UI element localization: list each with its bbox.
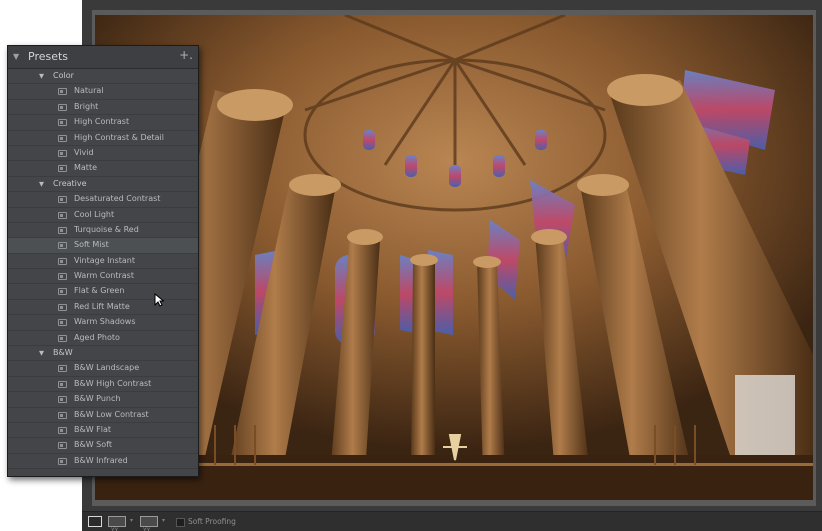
preset-label: Vintage Instant [74, 255, 136, 265]
preset-item[interactable]: Cool Light [8, 208, 198, 223]
preset-icon [58, 319, 67, 327]
preset-icon [58, 411, 67, 419]
preset-item[interactable]: Red Lift Matte [8, 300, 198, 316]
triangle-down-icon[interactable]: ▼ [39, 349, 44, 357]
triangle-down-icon[interactable]: ▼ [13, 52, 19, 61]
preset-icon [58, 396, 67, 404]
cathedral-photo[interactable] [95, 15, 813, 500]
preset-icon [58, 165, 67, 173]
preset-label: B&W Infrared [74, 455, 128, 465]
preset-item[interactable]: Bright [8, 100, 198, 116]
preset-label: B&W High Contrast [74, 378, 152, 388]
preset-label: Aged Photo [74, 332, 120, 342]
preset-label: High Contrast [74, 117, 130, 127]
preset-icon [58, 119, 67, 127]
develop-toolbar: YY ▾ YY ▾ Soft Proofing [82, 511, 822, 531]
preset-folder-bw[interactable]: ▼ B&W [8, 346, 198, 362]
preset-label: Warm Contrast [74, 271, 134, 281]
presets-panel: ▼ Presets +. ▼ Color Natural Bright High… [7, 45, 199, 477]
preset-item[interactable]: B&W Punch [8, 392, 198, 408]
survey-view-button[interactable]: YY [140, 516, 158, 531]
preset-icon [58, 442, 67, 450]
preset-item[interactable]: Natural [8, 84, 198, 100]
preset-item[interactable]: Vivid [8, 146, 198, 162]
preset-folder-creative[interactable]: ▼ Creative [8, 177, 198, 193]
preset-item[interactable]: Matte [8, 161, 198, 177]
preset-label: Bright [74, 101, 99, 111]
preset-icon [58, 303, 67, 311]
preset-item[interactable]: Flat & Green [8, 284, 198, 300]
preset-label: High Contrast & Detail [74, 132, 165, 142]
preset-icon [58, 211, 67, 219]
preset-label: Cool Light [74, 209, 115, 219]
app-root: YY ▾ YY ▾ Soft Proofing ▼ Presets +. ▼ C… [0, 0, 822, 531]
preset-icon [58, 149, 67, 157]
soft-proofing-label: Soft Proofing [188, 517, 236, 526]
before-after-view-button[interactable]: YY [108, 516, 126, 531]
preset-item[interactable]: B&W High Contrast [8, 377, 198, 393]
preset-item[interactable]: Aged Photo [8, 331, 198, 347]
photo-image [95, 15, 813, 500]
folder-label: Color [53, 71, 74, 80]
preset-label: Soft Mist [74, 240, 109, 250]
preset-icon [58, 88, 67, 96]
mouse-pointer-icon [154, 292, 165, 311]
preset-item-hovered[interactable]: Soft Mist [8, 238, 198, 254]
preset-icon [58, 196, 67, 204]
preset-folder-color[interactable]: ▼ Color [8, 69, 198, 85]
photo-frame [92, 10, 816, 506]
folder-label: Creative [53, 178, 87, 188]
preset-icon [58, 273, 67, 281]
preset-icon [58, 242, 67, 250]
survey-label: YY [143, 527, 151, 531]
preset-label: Turquoise & Red [74, 224, 139, 234]
preset-item[interactable]: High Contrast & Detail [8, 131, 198, 146]
preset-icon [58, 288, 67, 296]
preset-label: Warm Shadows [74, 317, 136, 327]
preset-icon [58, 380, 67, 388]
preset-item[interactable]: B&W Soft [8, 438, 198, 454]
preset-icon [58, 426, 67, 434]
preset-label: B&W Flat [74, 424, 112, 434]
preset-icon [58, 226, 67, 234]
preset-label: B&W Punch [74, 394, 121, 404]
triangle-down-icon[interactable]: ▼ [39, 72, 44, 80]
preset-label: Natural [74, 86, 104, 96]
add-preset-button[interactable]: +. [179, 48, 193, 62]
preset-item[interactable]: Warm Shadows [8, 315, 198, 331]
preset-icon [58, 257, 67, 265]
preset-item[interactable]: B&W Infrared [8, 454, 198, 470]
preset-label: Desaturated Contrast [74, 194, 161, 204]
preset-item[interactable]: Desaturated Contrast [8, 192, 198, 208]
folder-label: B&W [53, 348, 73, 358]
preset-item[interactable]: Vintage Instant [8, 254, 198, 270]
preset-icon [58, 365, 67, 373]
preset-label: Flat & Green [74, 286, 125, 296]
triangle-down-icon[interactable]: ▼ [39, 180, 44, 188]
presets-panel-title: Presets [28, 50, 69, 63]
preset-item[interactable]: B&W Flat [8, 423, 198, 439]
preset-item[interactable]: Warm Contrast [8, 269, 198, 285]
preset-icon [58, 457, 67, 465]
preset-icon [58, 103, 67, 111]
preset-icon [58, 334, 67, 342]
preset-label: Matte [74, 163, 97, 173]
preset-label: Red Lift Matte [74, 301, 130, 311]
preset-list: ▼ Color Natural Bright High Contrast Hig… [8, 69, 198, 470]
preset-item[interactable]: Turquoise & Red [8, 223, 198, 239]
preset-item[interactable]: High Contrast [8, 115, 198, 131]
preset-label: B&W Landscape [74, 363, 140, 373]
preset-item[interactable]: B&W Landscape [8, 361, 198, 377]
preset-label: B&W Low Contrast [74, 409, 149, 419]
preset-label: B&W Soft [74, 440, 112, 450]
before-after-dropdown-icon[interactable]: ▾ [130, 517, 133, 524]
loupe-view-button[interactable] [88, 516, 102, 527]
preset-icon [58, 134, 67, 142]
presets-panel-header[interactable]: ▼ Presets +. [8, 46, 198, 69]
survey-dropdown-icon[interactable]: ▾ [162, 517, 165, 524]
preset-label: Vivid [74, 147, 94, 157]
preset-item[interactable]: B&W Low Contrast [8, 408, 198, 423]
soft-proofing-checkbox[interactable] [176, 518, 185, 527]
before-after-label: YY [111, 527, 119, 531]
